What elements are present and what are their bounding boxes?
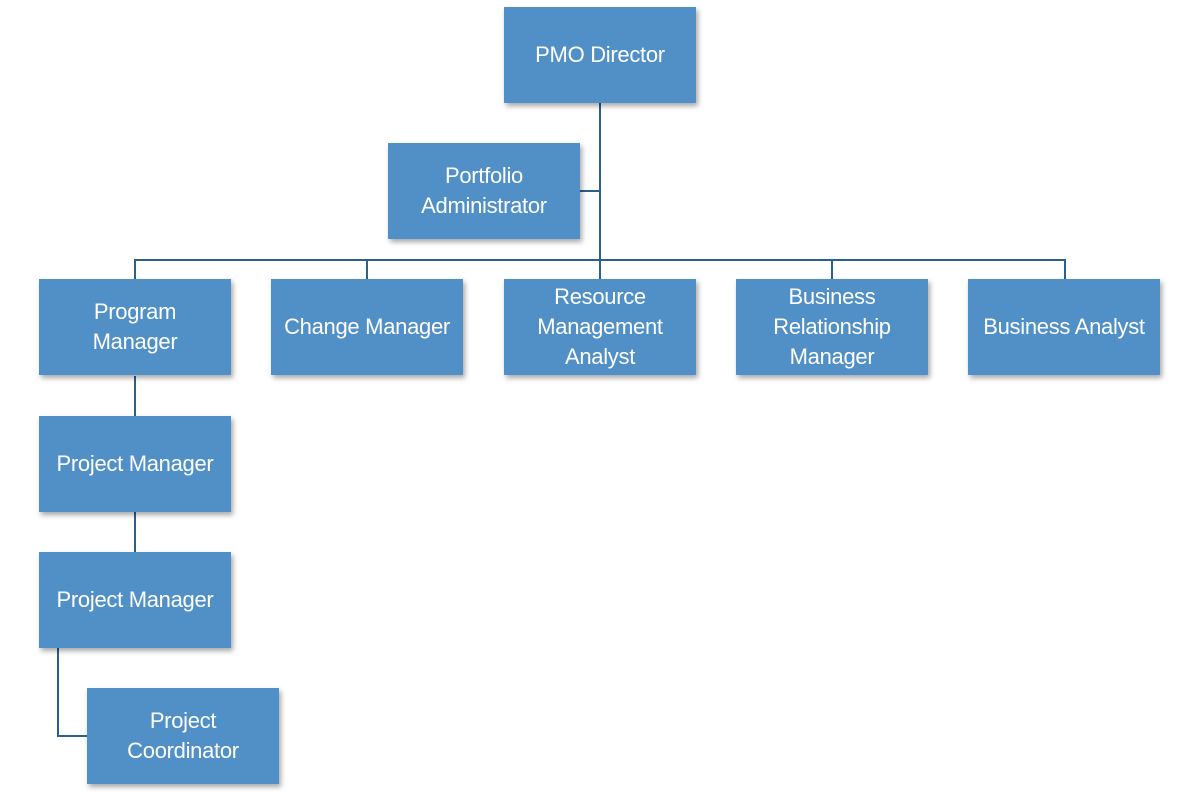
node-label: Project Manager [56, 451, 214, 476]
node-label: Portfolio Administrator [421, 163, 547, 218]
node-project-manager-2[interactable]: Project Manager [39, 552, 231, 648]
node-resource-management-analyst[interactable]: Resource Management Analyst [504, 279, 696, 375]
node-label: Change Manager [284, 314, 450, 339]
node-label: Project Manager [56, 587, 214, 612]
node-program-manager[interactable]: Program Manager [39, 279, 231, 375]
node-label: Resource Management Analyst [537, 284, 663, 369]
node-label: Project Coordinator [127, 708, 239, 763]
node-business-analyst[interactable]: Business Analyst [968, 279, 1160, 375]
node-change-manager[interactable]: Change Manager [271, 279, 463, 375]
node-label: Business Relationship Manager [773, 284, 891, 369]
node-label: Program Manager [92, 299, 178, 354]
node-pmo-director[interactable]: PMO Director [504, 7, 696, 103]
node-label: PMO Director [535, 42, 665, 67]
node-project-manager-1[interactable]: Project Manager [39, 416, 231, 512]
node-portfolio-administrator[interactable]: Portfolio Administrator [388, 143, 580, 239]
connector-project-to-coordinator [57, 648, 87, 737]
connectors [57, 103, 1066, 737]
node-business-relationship-manager[interactable]: Business Relationship Manager [736, 279, 928, 375]
node-label: Business Analyst [983, 314, 1145, 339]
node-project-coordinator[interactable]: Project Coordinator [87, 688, 279, 784]
